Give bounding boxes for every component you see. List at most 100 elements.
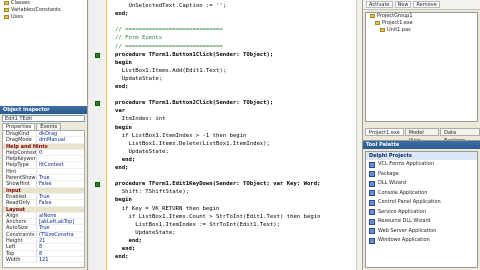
property-name: Left xyxy=(3,244,37,250)
code-line: UpdateState; xyxy=(115,229,176,236)
wizard-icon xyxy=(369,218,375,225)
property-value[interactable]: (TSizeConstra xyxy=(37,232,84,237)
component-selector[interactable]: Edit1 TEdit xyxy=(2,115,85,122)
property-row[interactable]: Width 121 xyxy=(3,256,84,264)
project-manager-tabs: Project1.exe Model View Data Explorer xyxy=(365,128,480,144)
project-tree-item[interactable]: Unit1.pas xyxy=(366,27,477,34)
tab-model-view[interactable]: Model View xyxy=(404,128,440,144)
palette-item[interactable]: Control Panel Application xyxy=(366,198,477,208)
folder-icon xyxy=(4,7,9,12)
palette-item[interactable]: Resource DLL Wizard xyxy=(366,217,477,227)
code-line: var xyxy=(115,108,126,115)
tree-item[interactable]: Variables/Constants xyxy=(0,7,87,14)
property-value[interactable]: 121 xyxy=(37,257,84,262)
property-name: Enabled xyxy=(3,193,37,200)
project-icon xyxy=(370,13,375,18)
wizard-icon xyxy=(369,171,375,178)
property-name: ShowHint xyxy=(3,181,37,187)
tab-data-explorer[interactable]: Data Explorer xyxy=(440,128,480,144)
code-line: ListBox1.Items.Add(Edit1.Text); xyxy=(115,67,227,74)
breakpoint-marker[interactable] xyxy=(95,182,100,188)
activate-button[interactable]: Activate xyxy=(366,1,393,8)
property-value[interactable]: dmManual xyxy=(37,137,84,142)
property-value[interactable]: 21 xyxy=(37,238,84,243)
property-name: ReadOnly xyxy=(3,200,37,206)
code-line: // ============================= xyxy=(115,27,223,34)
property-name: Layout xyxy=(6,206,26,212)
property-value[interactable]: True xyxy=(37,194,84,199)
palette-item-label: Web Server Application xyxy=(378,227,437,234)
code-line: UnSelectedText.Caption := ''; xyxy=(115,3,227,9)
wizard-icon xyxy=(369,209,375,216)
code-line: procedure TForm1.Edit1KeyDown(Sender: TO… xyxy=(115,181,321,188)
wizard-icon xyxy=(369,237,375,244)
property-value[interactable] xyxy=(37,156,84,161)
wizard-icon xyxy=(369,190,375,197)
tab-project[interactable]: Project1.exe xyxy=(365,128,404,136)
property-name: AutoSize xyxy=(3,225,37,231)
code-line: // ============================= xyxy=(115,43,223,50)
property-value[interactable]: 0 xyxy=(37,150,84,155)
tab-events[interactable]: Events xyxy=(36,123,62,130)
tool-palette: Tool Palette Delphi Projects VCL Forms A… xyxy=(362,140,480,270)
object-inspector-title: Object Inspector xyxy=(0,106,87,114)
property-value[interactable]: dkDrag xyxy=(37,131,84,136)
project-tree-item[interactable]: Project1.exe xyxy=(366,20,477,27)
property-value[interactable]: [akLeft,akTop] xyxy=(37,219,84,224)
editor-gutter[interactable] xyxy=(89,0,107,270)
tree-item-label: Classes xyxy=(11,0,30,6)
property-value[interactable]: False xyxy=(37,181,84,186)
new-button[interactable]: New xyxy=(394,1,412,8)
tool-palette-title: Tool Palette xyxy=(363,141,480,149)
property-value[interactable]: True xyxy=(37,175,84,180)
palette-item[interactable]: Web Server Application xyxy=(366,227,477,237)
palette-item[interactable]: Service Application xyxy=(366,208,477,218)
palette-item-label: Control Panel Application xyxy=(378,199,441,205)
palette-item[interactable]: VCL Forms Application xyxy=(366,160,477,170)
inspector-tabs: Properties Events xyxy=(0,123,87,130)
code-line: ListBox1.Items.Delete(ListBox1.ItemIndex… xyxy=(115,140,270,147)
palette-item[interactable]: DLL Wizard xyxy=(366,179,477,189)
tab-properties[interactable]: Properties xyxy=(2,123,36,130)
breakpoint-marker[interactable] xyxy=(95,101,100,107)
palette-item[interactable]: Windows Application xyxy=(366,236,477,246)
code-line: begin xyxy=(115,124,132,131)
tree-item[interactable]: Classes xyxy=(0,0,87,7)
remove-button[interactable]: Remove xyxy=(413,1,440,8)
wizard-icon xyxy=(369,228,375,235)
property-value[interactable] xyxy=(37,169,84,174)
code-line: end; xyxy=(115,156,136,163)
property-value[interactable]: 8 xyxy=(37,251,84,256)
palette-item-label: VCL Forms Application xyxy=(378,161,435,167)
project-manager: Activate New Remove ProjectGroup1 Project… xyxy=(362,0,480,144)
property-name: Help and Hints xyxy=(6,143,48,149)
property-name: ParentShowHint xyxy=(3,175,37,181)
property-name: HelpType xyxy=(3,162,37,168)
code-line: // Form Events xyxy=(115,35,163,42)
property-value[interactable]: alNone xyxy=(37,213,84,218)
property-value[interactable]: True xyxy=(37,225,84,230)
tree-item[interactable]: Uses xyxy=(0,14,87,21)
code-editor[interactable]: UnSelectedText.Caption := ''; end; // ====… xyxy=(107,0,362,270)
code-line: end; xyxy=(115,254,129,261)
property-grid: DragKind dkDrag DragMode dmManual Help and H… xyxy=(2,130,85,268)
structure-tree: Classes Variables/Constants Uses xyxy=(0,0,88,105)
code-line: if ListBox1.ItemIndex > -1 then begin xyxy=(115,132,247,139)
breakpoint-marker[interactable] xyxy=(95,52,100,58)
code-line: ItmIndex: int xyxy=(115,116,166,123)
palette-item[interactable]: Console Application xyxy=(366,189,477,199)
property-name: Align xyxy=(3,212,37,219)
code-line: procedure TForm1.Button2Click(Sender: TO… xyxy=(115,100,274,107)
property-value[interactable]: 8 xyxy=(37,244,84,249)
tree-item-label: Uses xyxy=(11,14,23,20)
property-value[interactable]: htContext xyxy=(37,162,84,167)
property-name: HelpContext xyxy=(3,149,37,156)
project-manager-toolbar: Activate New Remove xyxy=(363,0,480,10)
code-line: procedure TForm1.Button1Click(Sender: TO… xyxy=(115,51,274,58)
palette-category[interactable]: Delphi Projects xyxy=(366,152,477,160)
project-tree-item[interactable]: ProjectGroup1 xyxy=(366,13,477,20)
palette-item[interactable]: Package xyxy=(366,170,477,180)
property-value[interactable]: False xyxy=(37,200,84,205)
tool-palette-list: Delphi Projects VCL Forms Application Pac… xyxy=(365,151,478,268)
code-line: end; xyxy=(115,237,142,244)
